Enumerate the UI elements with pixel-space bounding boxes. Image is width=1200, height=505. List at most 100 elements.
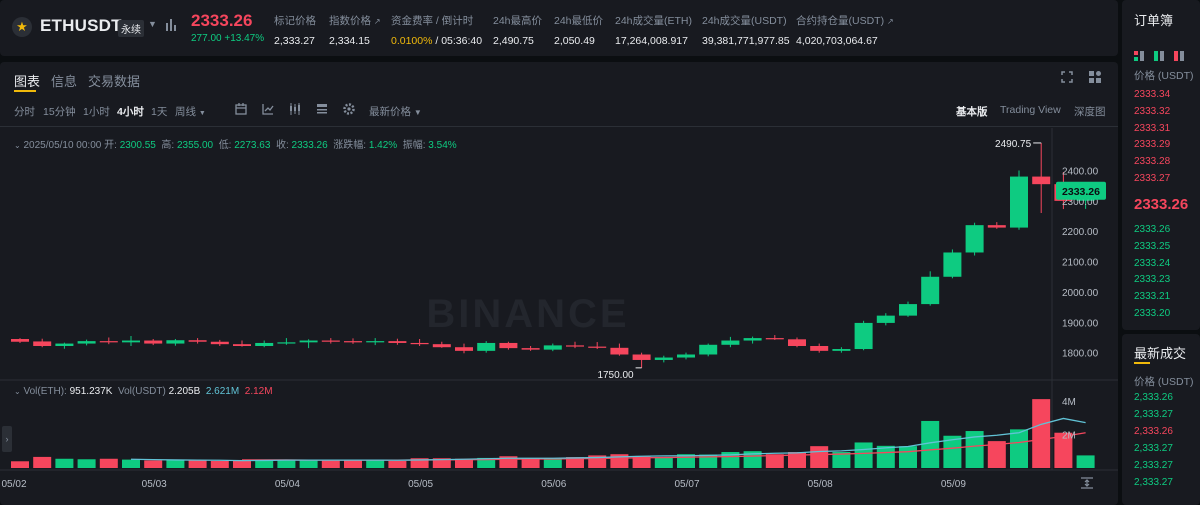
bid-price[interactable]: 2333.20 bbox=[1134, 308, 1170, 319]
ask-price[interactable]: 2333.31 bbox=[1134, 123, 1170, 134]
stat-label[interactable]: 合约持仓量(USDT) ↗ bbox=[796, 13, 894, 28]
scale-reset-icon[interactable] bbox=[1080, 476, 1094, 490]
chart-bars-icon[interactable] bbox=[166, 19, 176, 31]
stat-value: 2,490.75 bbox=[493, 35, 534, 47]
symbol-name[interactable]: ETHUSDT bbox=[40, 16, 122, 36]
tab-recent-trades[interactable]: 最新成交 bbox=[1134, 343, 1186, 362]
stat-value: 2,334.15 bbox=[329, 35, 370, 47]
volume-bar bbox=[521, 458, 540, 468]
stat-open-interest[interactable]: 合约持仓量(USDT) ↗ 4,020,703,064.67 bbox=[796, 13, 894, 47]
collapse-chevron-icon[interactable]: ⌄ bbox=[14, 141, 21, 150]
date-tick-label: 05/09 bbox=[941, 479, 966, 490]
stat-label: 24h最低价 bbox=[554, 15, 604, 27]
collapse-chevron-icon[interactable]: ⌄ bbox=[14, 387, 21, 396]
candle-body bbox=[788, 339, 806, 346]
stat-value: 39,381,771,977.85 bbox=[702, 35, 790, 47]
candle-body bbox=[699, 344, 718, 355]
date-tick-label: 05/07 bbox=[674, 479, 699, 490]
candle-body bbox=[810, 345, 829, 351]
stat-index-price[interactable]: 指数价格 ↗ 2,334.15 bbox=[329, 13, 381, 47]
favorite-star-icon[interactable]: ★ bbox=[12, 17, 32, 37]
date-tick-label: 05/03 bbox=[142, 479, 167, 490]
bid-price[interactable]: 2333.26 bbox=[1134, 224, 1170, 235]
bid-price[interactable]: 2333.21 bbox=[1134, 291, 1170, 302]
volume-tick-label: 4M bbox=[1062, 397, 1076, 408]
price-change: 277.00 +13.47% bbox=[191, 33, 265, 44]
orderbook-mode-buttons[interactable] bbox=[1134, 48, 1194, 66]
ask-price[interactable]: 2333.27 bbox=[1134, 173, 1170, 184]
candle-body bbox=[11, 339, 29, 342]
ask-price[interactable]: 2333.29 bbox=[1134, 139, 1170, 150]
scroll-left-handle[interactable]: › bbox=[2, 426, 12, 452]
volume-bar bbox=[366, 460, 385, 468]
bid-price[interactable]: 2333.24 bbox=[1134, 258, 1170, 269]
candle-body bbox=[588, 346, 607, 348]
stat-value: 2,333.27 bbox=[274, 35, 315, 47]
volume-bar bbox=[344, 460, 362, 468]
orderbook-price-label: 价格 (USDT) bbox=[1134, 70, 1194, 82]
stat-mark-price: 标记价格 2,333.27 bbox=[274, 13, 316, 47]
candle-body bbox=[832, 349, 851, 351]
last-price: 2333.26 bbox=[191, 11, 253, 30]
date-tick-label: 05/06 bbox=[541, 479, 566, 490]
volume-bar bbox=[543, 459, 562, 468]
watermark-text: BINANCE bbox=[426, 292, 629, 336]
volume-bar bbox=[11, 461, 29, 468]
candle-body bbox=[55, 343, 74, 346]
candle-body bbox=[743, 338, 762, 341]
volume-bar bbox=[33, 456, 52, 468]
candle-body bbox=[321, 340, 340, 342]
candles-group: 2490.75 1750.00 bbox=[11, 139, 1095, 381]
symbol-dropdown-icon[interactable]: ▼ bbox=[148, 19, 157, 29]
external-link-icon: ↗ bbox=[373, 17, 381, 26]
stat-funding-rate: 资金费率 / 倒计时 0.0100% / 05:36:40 bbox=[391, 13, 482, 47]
stat-label: 24h成交量(ETH) bbox=[615, 15, 693, 27]
candlestick-chart[interactable]: BINANCE 2490.75 1750.00 1800.00 1900.00 200… bbox=[0, 62, 1118, 505]
candle-body bbox=[543, 345, 562, 350]
volume-bar bbox=[99, 458, 118, 468]
orderbook-layout-icon[interactable] bbox=[1134, 51, 1194, 61]
candle-body bbox=[721, 340, 740, 345]
candle-body bbox=[610, 347, 629, 355]
bid-price[interactable]: 2333.25 bbox=[1134, 241, 1170, 252]
trades-price-label: 价格 (USDT) bbox=[1134, 376, 1194, 388]
stat-value: 17,264,008.917 bbox=[615, 35, 688, 47]
candle-body bbox=[1010, 176, 1028, 228]
date-tick-label: 05/08 bbox=[808, 479, 833, 490]
date-tick-label: 05/02 bbox=[1, 479, 26, 490]
candle-body bbox=[344, 341, 362, 343]
stat-24h-volume-eth: 24h成交量(ETH) 17,264,008.917 bbox=[615, 13, 692, 47]
candle-body bbox=[166, 340, 185, 344]
ask-price[interactable]: 2333.34 bbox=[1134, 89, 1170, 100]
volume-bar bbox=[321, 459, 340, 468]
current-price-label: 2333.26 bbox=[1062, 186, 1100, 198]
stat-label: 24h最高价 bbox=[493, 15, 543, 27]
trade-price: 2,333.26 bbox=[1134, 392, 1173, 403]
candle-body bbox=[144, 340, 163, 344]
volume-bar bbox=[277, 459, 296, 468]
orderbook-title: 订单簿 bbox=[1134, 13, 1174, 28]
orderbook-mid-price: 2333.26 bbox=[1134, 196, 1189, 213]
volume-legend: ⌄ Vol(ETH): 951.237K Vol(USDT) 2.205B 2.… bbox=[14, 386, 273, 397]
ask-price[interactable]: 2333.28 bbox=[1134, 156, 1170, 167]
candle-body bbox=[477, 342, 496, 351]
candle-body bbox=[77, 341, 96, 344]
volume-bar bbox=[122, 459, 140, 468]
price-tick-label: 2400.00 bbox=[1062, 167, 1099, 178]
stat-24h-high: 24h最高价 2,490.75 bbox=[493, 13, 542, 47]
recent-trades-panel: 最新成交 市 价格 (USDT) 2,333.262,333.272,333.2… bbox=[1122, 334, 1200, 505]
price-tick-label: 2100.00 bbox=[1062, 258, 1099, 269]
price-tick-label: 2200.00 bbox=[1062, 227, 1099, 238]
ask-price[interactable]: 2333.32 bbox=[1134, 106, 1170, 117]
stat-value: 4,020,703,064.67 bbox=[796, 35, 878, 47]
volume-bar bbox=[55, 458, 74, 468]
date-tick-label: 05/05 bbox=[408, 479, 433, 490]
candle-body bbox=[410, 342, 429, 345]
stat-24h-low: 24h最低价 2,050.49 bbox=[554, 13, 603, 47]
bid-price[interactable]: 2333.23 bbox=[1134, 274, 1170, 285]
date-tick-label: 05/04 bbox=[275, 479, 300, 490]
ticker-bar: ★ ETHUSDT 永续 ▼ 2333.26 277.00 +13.47% 标记… bbox=[0, 0, 1118, 56]
ohlc-legend: ⌄ 2025/05/10 00:00 开: 2300.55 高: 2355.00… bbox=[14, 140, 457, 151]
volume-bar bbox=[388, 460, 407, 468]
stat-label[interactable]: 指数价格 ↗ bbox=[329, 13, 381, 28]
